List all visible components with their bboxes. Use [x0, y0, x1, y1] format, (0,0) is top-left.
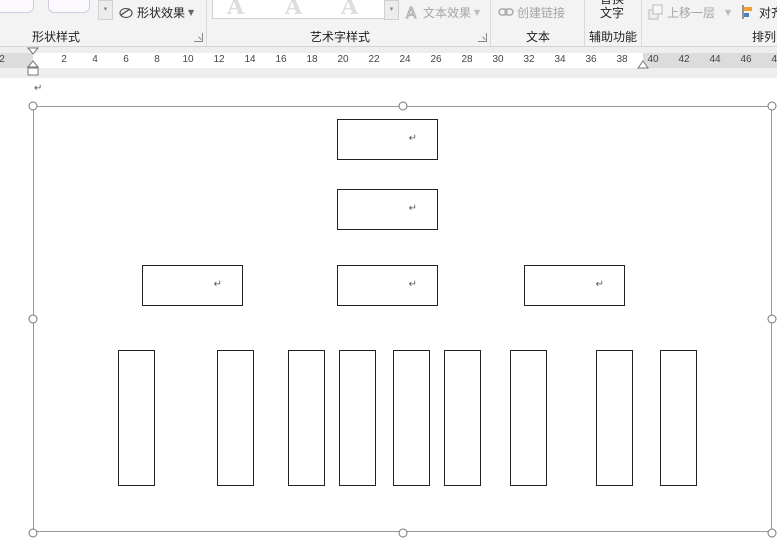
org-chart-tall-box[interactable]	[444, 350, 481, 486]
ruler-tick-label: 4	[92, 54, 98, 65]
resize-handle-bottom[interactable]	[398, 528, 408, 538]
wordart-style-icon: A	[285, 0, 303, 20]
group-separator	[490, 0, 491, 46]
ruler-tick-label: 24	[399, 54, 411, 65]
resize-handle-top-left[interactable]	[28, 101, 38, 111]
group-label-text: 文本	[526, 30, 551, 44]
shape-style-swatch-1[interactable]	[0, 0, 34, 13]
bring-forward-button[interactable]: 上移一层 ▼	[648, 2, 731, 22]
ruler-tick-label: 34	[554, 54, 566, 65]
first-line-indent-marker[interactable]	[27, 47, 39, 57]
ruler-tick-label: 8	[154, 54, 160, 65]
shape-style-swatch-2[interactable]	[48, 0, 90, 13]
ruler-tick-label: 36	[585, 54, 597, 65]
ruler-tick-label: 38	[616, 54, 628, 65]
svg-text:A: A	[406, 4, 417, 20]
group-label-arrange: 排列	[752, 30, 777, 44]
resize-handle-left[interactable]	[28, 314, 38, 324]
org-chart-tall-box[interactable]	[510, 350, 547, 486]
ruler-tick-label: 22	[368, 54, 380, 65]
text-effects-icon: A	[404, 4, 420, 23]
align-label: 对齐	[759, 5, 777, 20]
create-link-button[interactable]: 创建链接	[498, 2, 565, 22]
org-chart-tall-box[interactable]	[339, 350, 376, 486]
ruler-tick-label: 26	[430, 54, 442, 65]
paragraph-mark: ↵	[408, 133, 417, 144]
ruler-tick-label: 6	[123, 54, 129, 65]
horizontal-ruler[interactable]: 2 2 4 6 8 10 12 14 16 18 20 22 24 26 28 30 32 34 36 38 40 42 4…	[0, 53, 777, 68]
ruler-tick-label: 42	[678, 54, 690, 65]
ruler-tick-label: 20	[337, 54, 349, 65]
shape-effects-label: 形状效果	[137, 5, 186, 20]
bring-forward-icon	[648, 4, 664, 20]
paragraph-mark: ↵	[408, 279, 417, 290]
shape-effects-button[interactable]: 形状效果 ▼	[118, 2, 194, 22]
ruler-tick-label: 16	[275, 54, 287, 65]
wordart-gallery-more[interactable]: ▾	[384, 0, 399, 20]
group-separator	[584, 0, 585, 46]
ruler-tick-label: 2	[0, 54, 5, 65]
ruler-tick-label: 40	[647, 54, 659, 65]
create-link-label: 创建链接	[517, 5, 566, 20]
shape-style-gallery-more[interactable]: ▾	[98, 0, 113, 20]
org-chart-tall-box[interactable]	[660, 350, 697, 486]
wordart-style-icon: A	[341, 0, 359, 20]
ruler-tick-label: 14	[244, 54, 256, 65]
group-separator	[641, 0, 642, 46]
swap-text-button[interactable]: 替换 文字	[600, 0, 624, 20]
paragraph-mark: ↵	[34, 83, 43, 94]
group-separator	[206, 0, 207, 46]
ruler-tick-label: 44	[709, 54, 721, 65]
wordart-style-gallery[interactable]: A A A	[212, 0, 386, 20]
resize-handle-top-right[interactable]	[767, 101, 777, 111]
ruler-tick-label: 30	[492, 54, 504, 65]
resize-handle-bottom-right[interactable]	[767, 528, 777, 538]
dialog-launcher-icon[interactable]	[194, 33, 203, 42]
wordart-style-icon: A	[227, 0, 245, 20]
hanging-indent-marker[interactable]	[27, 60, 39, 77]
paragraph-mark: ↵	[408, 203, 417, 214]
align-icon	[740, 4, 756, 20]
ruler-tick-label: 12	[213, 54, 225, 65]
ribbon: ▾ 形状效果 ▼ 形状样式 A A A ▾ A 文本效果 ▼ 艺术字样式 创建链…	[0, 0, 777, 47]
ruler-tick-label: 18	[306, 54, 318, 65]
org-chart-box[interactable]: ↵	[337, 189, 438, 230]
ruler-tick-label: 46	[740, 54, 752, 65]
group-label-wordart-styles: 艺术字样式	[310, 30, 371, 44]
org-chart-tall-box[interactable]	[118, 350, 155, 486]
ruler-area: 2 2 4 6 8 10 12 14 16 18 20 22 24 26 28 30 32 34 36 38 40 42 4…	[0, 47, 777, 78]
resize-handle-right[interactable]	[767, 314, 777, 324]
shape-effects-icon	[118, 4, 134, 20]
right-indent-marker[interactable]	[637, 60, 649, 70]
align-button[interactable]: 对齐	[740, 2, 777, 22]
group-label-shape-styles: 形状样式	[32, 30, 81, 44]
dialog-launcher-icon[interactable]	[478, 33, 487, 42]
ruler-tick-label: 48	[771, 54, 777, 65]
chevron-down-icon: ▼	[474, 7, 481, 17]
ruler-tick-label: 32	[523, 54, 535, 65]
ruler-tick-label: 2	[61, 54, 67, 65]
resize-handle-bottom-left[interactable]	[28, 528, 38, 538]
resize-handle-top[interactable]	[398, 101, 408, 111]
org-chart-box[interactable]: ↵	[337, 119, 438, 160]
org-chart-tall-box[interactable]	[288, 350, 325, 486]
chevron-down-icon: ▼	[725, 7, 732, 17]
org-chart-tall-box[interactable]	[596, 350, 633, 486]
link-icon	[498, 4, 514, 20]
org-chart-box[interactable]: ↵	[142, 265, 243, 306]
text-effects-button[interactable]: A 文本效果 ▼	[404, 2, 481, 23]
text-effects-label: 文本效果	[423, 5, 472, 20]
org-chart-tall-box[interactable]	[217, 350, 254, 486]
group-label-accessibility: 辅助功能	[589, 30, 638, 44]
paragraph-mark: ↵	[213, 279, 222, 290]
chevron-down-icon: ▼	[188, 7, 195, 17]
org-chart-box[interactable]: ↵	[337, 265, 438, 306]
ruler-tick-label: 10	[182, 54, 194, 65]
org-chart-tall-box[interactable]	[393, 350, 430, 486]
paragraph-mark: ↵	[595, 279, 604, 290]
ruler-tick-label: 28	[461, 54, 473, 65]
bring-forward-label: 上移一层	[667, 5, 716, 20]
org-chart-box[interactable]: ↵	[524, 265, 625, 306]
